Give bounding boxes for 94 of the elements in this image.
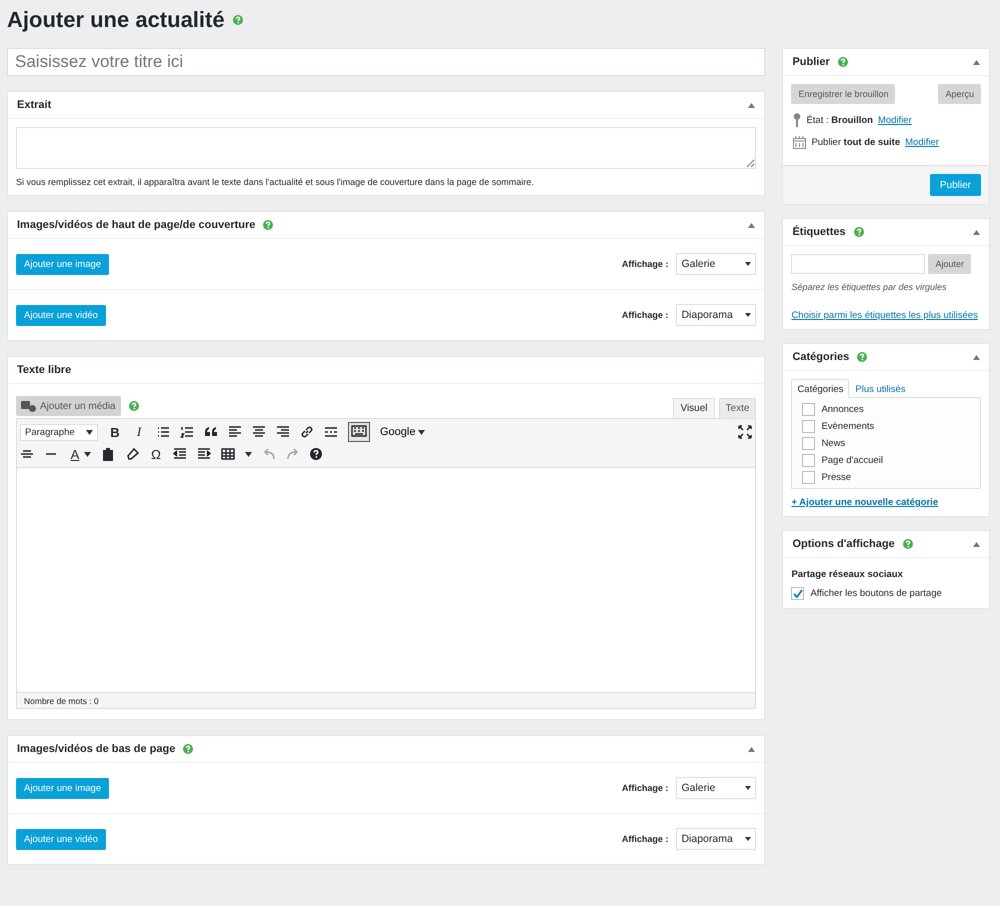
display-label: Affichage :	[622, 259, 668, 269]
italic-button[interactable]: I	[132, 424, 146, 440]
align-right-icon[interactable]	[276, 425, 290, 439]
align-center-icon[interactable]	[252, 425, 266, 439]
publish-button[interactable]: Publier	[930, 174, 981, 196]
dropdown-caret-icon	[745, 262, 752, 266]
collapse-icon[interactable]	[973, 230, 980, 234]
pin-icon	[793, 113, 802, 127]
dropdown-caret-icon[interactable]	[84, 452, 91, 456]
bold-button[interactable]: B	[108, 424, 122, 440]
panel-title: Options d'affichage	[792, 538, 895, 550]
category-checkbox[interactable]	[802, 471, 816, 484]
panel-title: Images/vidéos de bas de page	[17, 743, 176, 755]
title-field[interactable]: Saisissez votre titre ici	[7, 48, 766, 76]
collapse-icon[interactable]	[973, 60, 980, 64]
help-icon[interactable]	[310, 448, 322, 460]
dropdown-caret-icon	[86, 430, 93, 434]
excerpt-field[interactable]	[16, 127, 756, 169]
most-used-tags-link[interactable]: Choisir parmi les étiquettes les plus utilisées	[791, 310, 981, 321]
media-icon	[21, 400, 37, 412]
special-character-button[interactable]: Ω	[149, 446, 163, 462]
panel-title: Catégories	[792, 351, 850, 363]
font-menu[interactable]: Google	[380, 426, 426, 438]
undo-icon[interactable]	[262, 447, 276, 461]
category-label: Annonces	[821, 404, 864, 415]
display-select[interactable]: Diaporama	[676, 304, 756, 326]
redo-icon[interactable]	[286, 447, 300, 461]
dropdown-caret-icon[interactable]	[245, 452, 252, 456]
category-label: Evènements	[821, 421, 874, 432]
add-media-button[interactable]: Ajouter une vidéo	[16, 828, 106, 850]
edit-status-link[interactable]: Modifier	[878, 114, 912, 126]
collapse-icon[interactable]	[748, 222, 756, 228]
panel-title: Images/vidéos de haut de page/de couverture	[17, 219, 256, 231]
category-checkbox[interactable]	[802, 454, 816, 467]
align-left-icon[interactable]	[228, 425, 242, 439]
add-media-button[interactable]: Ajouter une image	[16, 778, 110, 798]
display-select[interactable]: Galerie	[676, 777, 756, 799]
status-text: État : Brouillon	[806, 114, 873, 126]
collapse-icon[interactable]	[748, 102, 756, 108]
keyboard-icon	[351, 424, 367, 436]
excerpt-hint: Si vous remplissez cet extrait, il apparaîtra avant le texte dans l'actualité et sous l'image de couverture dans la page de sommaire.	[16, 177, 535, 187]
display-label: Affichage :	[622, 834, 668, 844]
bullet-list-icon[interactable]	[156, 425, 170, 439]
display-label: Affichage :	[622, 310, 668, 320]
numbered-list-icon[interactable]	[180, 425, 194, 439]
add-category-link[interactable]: + Ajouter une nouvelle catégorie	[791, 497, 981, 508]
category-checkbox[interactable]	[802, 403, 816, 416]
add-media-button[interactable]: Ajouter une vidéo	[16, 304, 106, 326]
read-more-icon[interactable]	[324, 425, 338, 439]
collapse-icon[interactable]	[973, 354, 980, 360]
collapse-icon[interactable]	[973, 542, 980, 546]
indent-icon[interactable]	[197, 447, 211, 461]
word-count: Nombre de mots : 0	[24, 696, 99, 706]
category-checkbox[interactable]	[802, 437, 816, 450]
outdent-icon[interactable]	[173, 447, 187, 461]
dropdown-caret-icon	[745, 786, 752, 790]
checkbox-label: Afficher les boutons de partage	[810, 588, 942, 599]
dropdown-caret-icon	[745, 313, 752, 317]
category-checkbox[interactable]	[802, 420, 816, 433]
text-color-button[interactable]: A	[68, 446, 82, 462]
editor-tab[interactable]: Visuel	[673, 398, 715, 418]
category-tab[interactable]: Catégories	[791, 379, 850, 398]
display-label: Affichage :	[622, 783, 668, 793]
category-label: Page d'accueil	[821, 455, 883, 466]
tag-field[interactable]	[791, 254, 926, 274]
calendar-icon	[793, 136, 806, 149]
panel-title: Extrait	[17, 99, 52, 111]
panel-title: Étiquettes	[792, 226, 846, 238]
collapse-icon[interactable]	[748, 746, 756, 752]
share-checkbox[interactable]	[791, 587, 804, 600]
tags-hint: Séparez les étiquettes par des virgules	[791, 282, 948, 292]
group-label: Partage réseaux sociaux	[791, 569, 904, 580]
dropdown-caret-icon	[418, 430, 426, 434]
eraser-icon[interactable]	[125, 447, 139, 461]
panel-title: Publier	[792, 56, 830, 68]
page-title: Ajouter une actualité	[7, 7, 225, 33]
table-icon[interactable]	[221, 447, 235, 461]
dropdown-caret-icon	[745, 837, 752, 841]
fullscreen-icon[interactable]	[738, 425, 752, 439]
clipboard-icon[interactable]	[101, 447, 115, 461]
editor-tab[interactable]: Texte	[718, 398, 756, 418]
add-media-button[interactable]: Ajouter une image	[16, 254, 110, 274]
display-select[interactable]: Galerie	[676, 253, 756, 275]
format-select[interactable]: Paragraphe	[20, 424, 98, 440]
category-label: Presse	[821, 472, 852, 483]
display-select[interactable]: Diaporama	[676, 828, 756, 850]
category-tab[interactable]: Plus utilisés	[849, 379, 912, 398]
schedule-text: Publier tout de suite	[811, 137, 900, 148]
quote-icon[interactable]	[204, 425, 218, 439]
edit-schedule-link[interactable]: Modifier	[905, 137, 939, 148]
link-icon[interactable]	[300, 425, 314, 439]
category-label: News	[821, 438, 846, 449]
toolbar-toggle-button[interactable]	[348, 422, 370, 442]
panel-title: Texte libre	[17, 364, 72, 376]
